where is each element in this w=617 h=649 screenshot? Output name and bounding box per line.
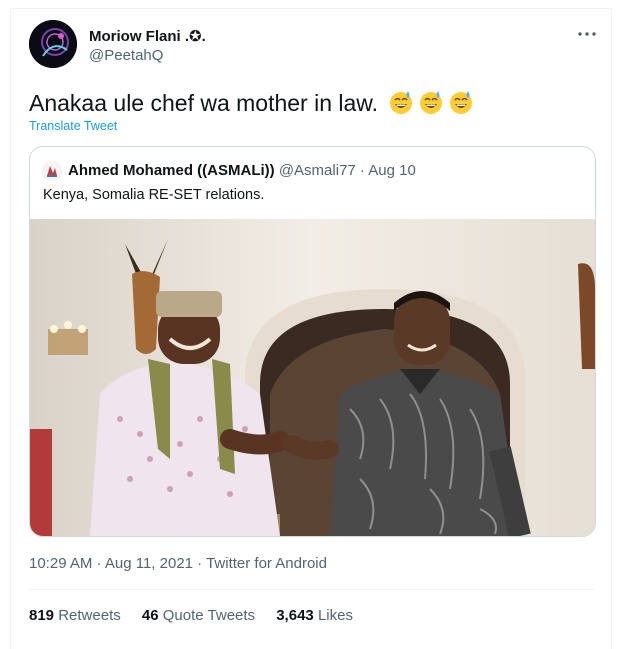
divider [29,589,594,590]
author-name[interactable]: Moriow Flani .✪. [89,27,206,45]
tweet-text: Anakaa ule chef wa mother in law. [29,89,474,121]
tweet-stats: 819 Retweets 46 Quote Tweets 3,643 Likes [29,607,370,624]
grinning-sweat-emoji [448,89,474,121]
retweets-count: 819 [29,607,55,624]
quoted-author-handle[interactable]: @Asmali77 [279,162,356,179]
quoted-tweet-text: Kenya, Somalia RE-SET relations. [43,187,265,203]
tweet-text-content: Anakaa ule chef wa mother in law. [29,90,379,116]
tweet-timestamp[interactable]: 10:29 AM · Aug 11, 2021 · Twitter for An… [29,555,327,572]
retweets-stat[interactable]: 819 Retweets [29,607,121,624]
photo-image [30,219,595,536]
likes-count: 3,643 [276,607,314,624]
author-avatar[interactable] [29,20,77,68]
more-icon [578,32,596,36]
quoted-date[interactable]: · Aug 10 [360,162,416,179]
grinning-sweat-emoji [418,89,444,121]
quote-tweets-label: Quote Tweets [162,607,256,624]
quoted-tweet-photo[interactable] [30,219,595,536]
avatar-image [29,20,77,68]
quoted-tweet-card[interactable]: Ahmed Mohamed ((ASMALi)) @Asmali77 · Aug… [29,146,596,537]
author-handle[interactable]: @PeetahQ [89,47,163,64]
grinning-sweat-emoji [388,89,414,121]
quote-tweets-count: 46 [141,607,159,624]
likes-label: Likes [317,607,353,624]
quoted-author-avatar[interactable] [42,161,62,181]
more-button[interactable] [576,24,598,44]
quoted-author-name[interactable]: Ahmed Mohamed ((ASMALi)) [68,162,275,179]
retweets-label: Retweets [58,607,121,624]
translate-tweet-link[interactable]: Translate Tweet [29,119,117,133]
likes-stat[interactable]: 3,643 Likes [276,607,353,624]
quoted-header: Ahmed Mohamed ((ASMALi)) @Asmali77 · Aug… [68,162,416,179]
quote-tweets-stat[interactable]: 46 Quote Tweets [142,607,255,624]
avatar-image [42,161,62,181]
